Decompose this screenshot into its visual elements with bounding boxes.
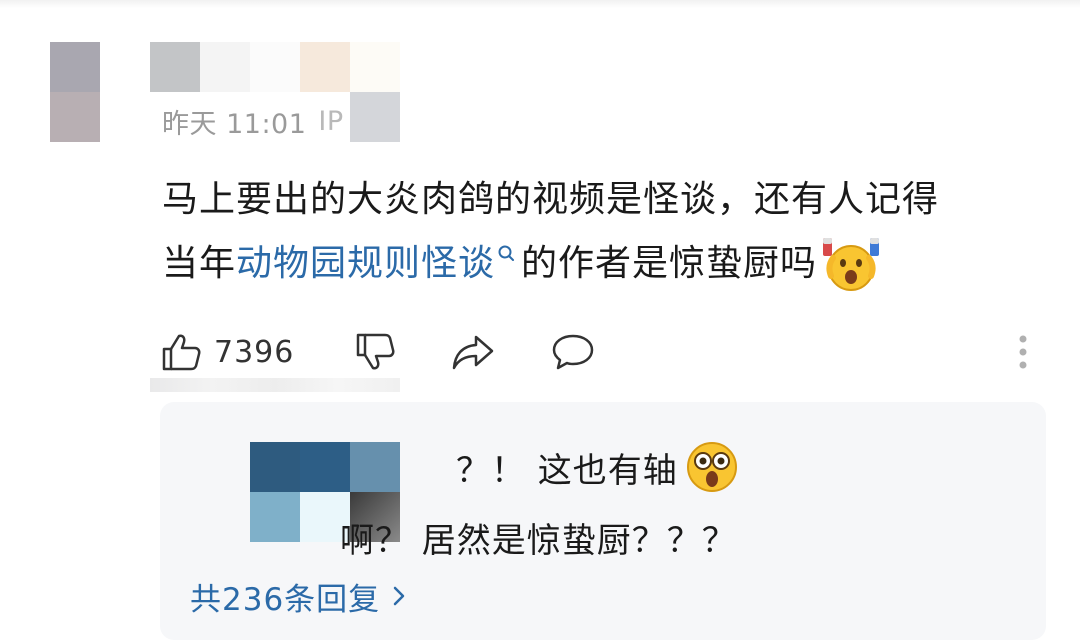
share-icon	[453, 335, 494, 370]
reply-button[interactable]	[550, 331, 596, 373]
ip-location-redacted	[350, 92, 400, 142]
divider-redacted	[150, 378, 400, 392]
surprised-face-emoji	[686, 442, 737, 492]
dislike-button[interactable]	[354, 331, 396, 373]
vertical-dots-icon[interactable]	[1016, 334, 1030, 372]
share-button[interactable]	[450, 331, 496, 373]
thumbs-up-icon	[162, 334, 201, 371]
search-link[interactable]: 动物园规则怪谈	[236, 232, 495, 296]
comment-meta: 昨天 11:01 IP	[162, 100, 344, 142]
reply-2-text: 啊？ 居然是惊蛰厨？？？	[340, 520, 737, 561]
reply-1-text: ？！ 这也有轴	[456, 450, 678, 491]
comment-time: 昨天 11:01	[162, 108, 307, 140]
reply-username-redacted	[250, 442, 400, 492]
thumbs-down-icon	[357, 333, 395, 370]
comment-line-1: 马上要出的大炎肉鸽的视频是怪谈，还有人记得	[162, 168, 1042, 232]
chevron-right-icon	[393, 586, 405, 606]
comment-line-2: 当年 动物园规则怪谈 的作者是惊蛰厨吗	[162, 232, 1042, 296]
reply-2[interactable]: 啊？ 居然是惊蛰厨？？？	[340, 510, 737, 564]
like-button[interactable]: 7396	[160, 331, 294, 373]
comment-body: 马上要出的大炎肉鸽的视频是怪谈，还有人记得 当年 动物园规则怪谈 的作者是惊蛰厨…	[162, 168, 1042, 296]
comment-text-1: 马上要出的大炎肉鸽的视频是怪谈，还有人记得	[162, 179, 940, 220]
comment-text-2-prefix: 当年	[162, 243, 237, 284]
shocked-face-emoji	[823, 238, 880, 291]
comment-action-bar: 7396	[160, 325, 1040, 379]
comment-bubble-icon	[553, 334, 594, 370]
like-count: 7396	[214, 334, 295, 370]
see-all-label: 共236条回复	[190, 581, 381, 618]
see-all-replies-link[interactable]: 共236条回复	[190, 572, 406, 620]
top-divider	[0, 0, 1080, 8]
search-icon[interactable]	[497, 244, 515, 270]
ip-location: IP	[318, 105, 344, 137]
username-redacted[interactable]	[150, 42, 400, 92]
comment-text-2-suffix: 的作者是惊蛰厨吗	[521, 243, 818, 284]
avatar[interactable]	[50, 42, 100, 142]
reply-1[interactable]: ？！ 这也有轴	[456, 440, 740, 494]
